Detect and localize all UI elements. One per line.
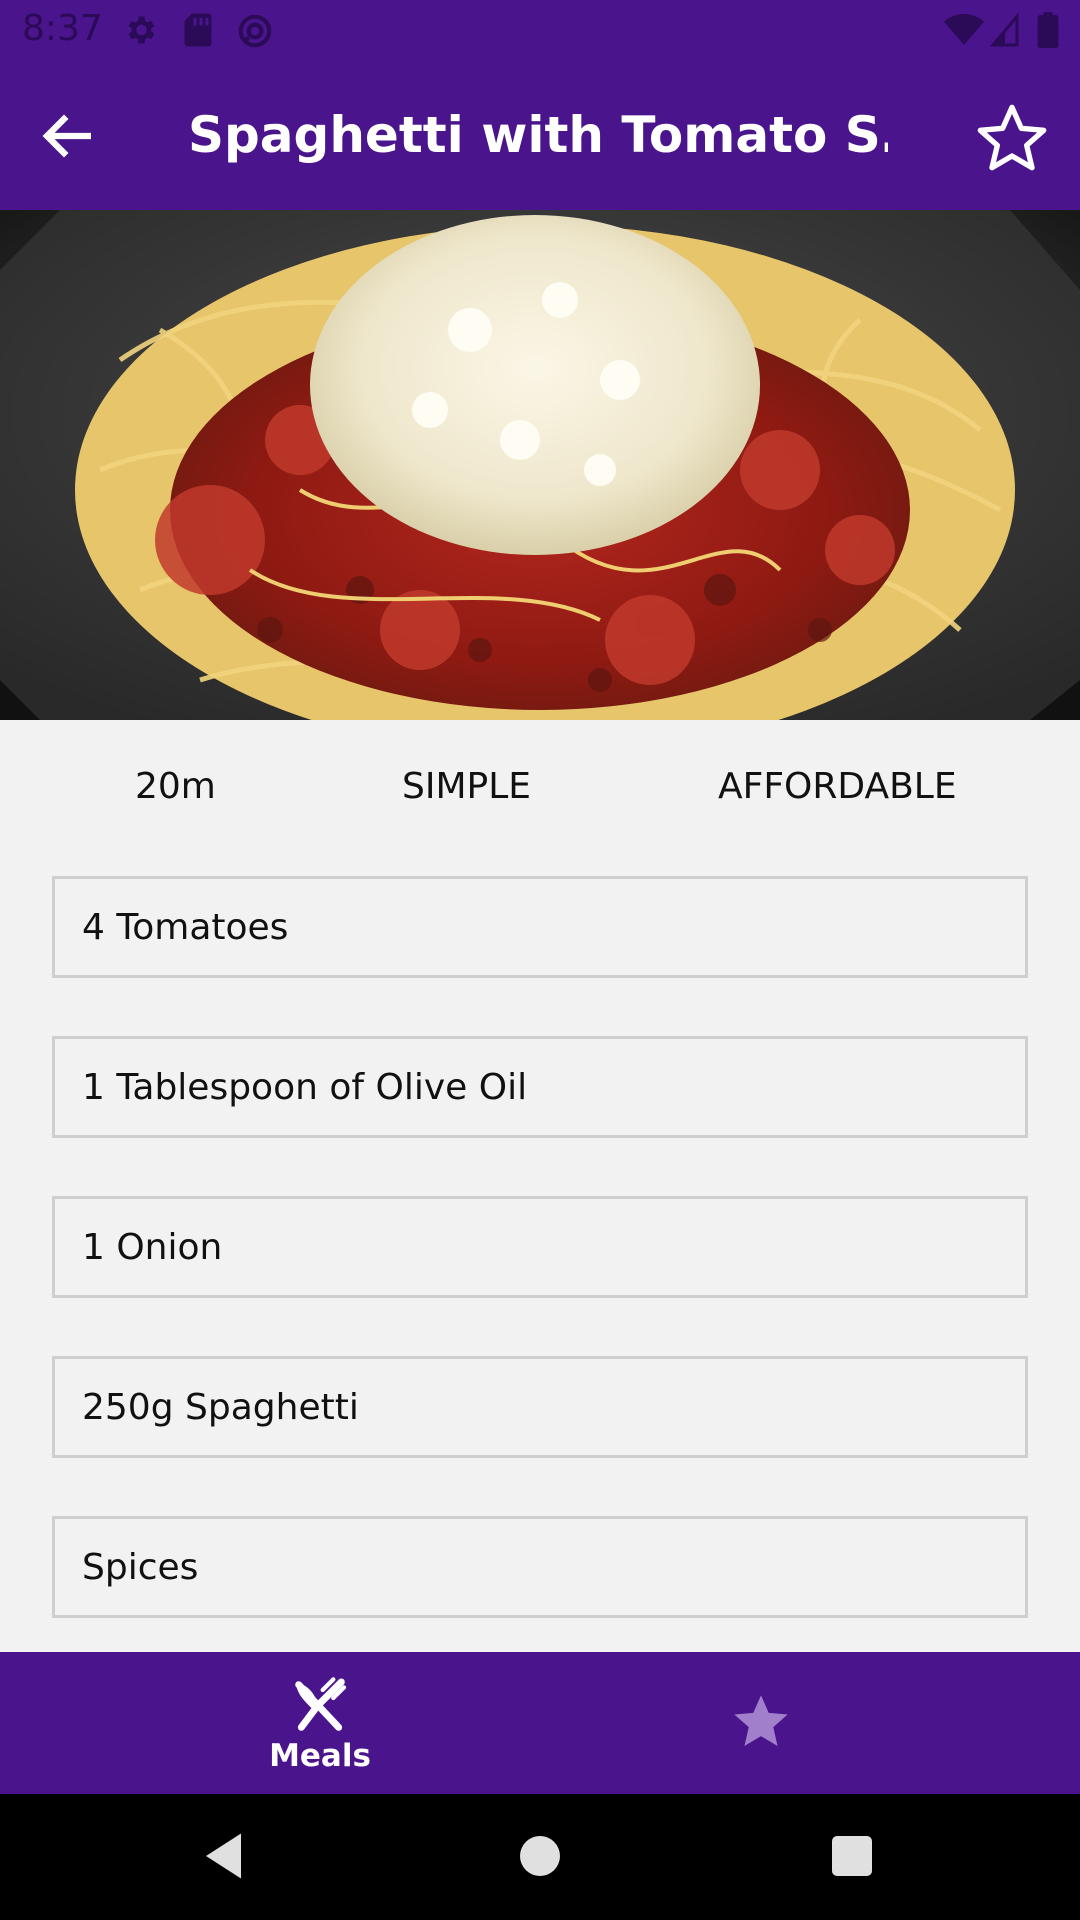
ingredient-item: 1 Tablespoon of Olive Oil: [52, 1036, 1028, 1138]
recipe-meta-row: 20m SIMPLE AFFORDABLE: [0, 720, 1080, 850]
status-time: 8:37: [22, 8, 103, 49]
bottom-nav: Meals: [0, 1652, 1080, 1794]
affordability-label: AFFORDABLE: [718, 766, 957, 807]
ingredient-item: Spices: [52, 1516, 1028, 1618]
ingredient-item: 4 Tomatoes: [52, 876, 1028, 978]
restaurant-icon: [295, 1677, 347, 1731]
system-nav-bar: [0, 1794, 1080, 1920]
tab-meals-label: Meals: [269, 1738, 371, 1774]
status-bar: 8:37: [0, 0, 1080, 63]
recipe-image: [0, 210, 1080, 720]
ingredient-text: Spices: [82, 1547, 199, 1588]
ingredient-item: 250g Spaghetti: [52, 1356, 1028, 1458]
recents-square-icon[interactable]: [822, 1826, 882, 1886]
duration-label: 20m: [135, 766, 216, 807]
app-bar: Spaghetti with Tomato S…: [0, 63, 1080, 210]
ingredient-text: 4 Tomatoes: [82, 907, 289, 948]
tab-favorites[interactable]: [700, 1652, 820, 1794]
tab-meals[interactable]: Meals: [240, 1652, 400, 1794]
star-icon: [734, 1695, 788, 1746]
ingredient-item: 1 Onion: [52, 1196, 1028, 1298]
ingredients-list: 4 Tomatoes 1 Tablespoon of Olive Oil 1 O…: [52, 876, 1028, 1676]
signal-icon: [990, 12, 1019, 47]
complexity-label: SIMPLE: [402, 766, 532, 807]
sync-icon: [238, 14, 272, 48]
ingredient-text: 1 Onion: [82, 1227, 223, 1268]
page-title: Spaghetti with Tomato S…: [188, 106, 888, 164]
ingredient-text: 1 Tablespoon of Olive Oil: [82, 1067, 528, 1108]
spaghetti-dish-photo-icon: [0, 210, 1080, 720]
sd-card-icon: [184, 13, 212, 47]
battery-icon: [1037, 12, 1059, 48]
settings-icon: [128, 16, 155, 44]
ingredient-text: 250g Spaghetti: [82, 1387, 359, 1428]
home-circle-icon[interactable]: [510, 1826, 570, 1886]
wifi-icon: [944, 14, 984, 45]
back-triangle-icon[interactable]: [196, 1826, 256, 1886]
back-arrow-icon[interactable]: [36, 103, 102, 169]
star-outline-icon[interactable]: [972, 99, 1052, 179]
